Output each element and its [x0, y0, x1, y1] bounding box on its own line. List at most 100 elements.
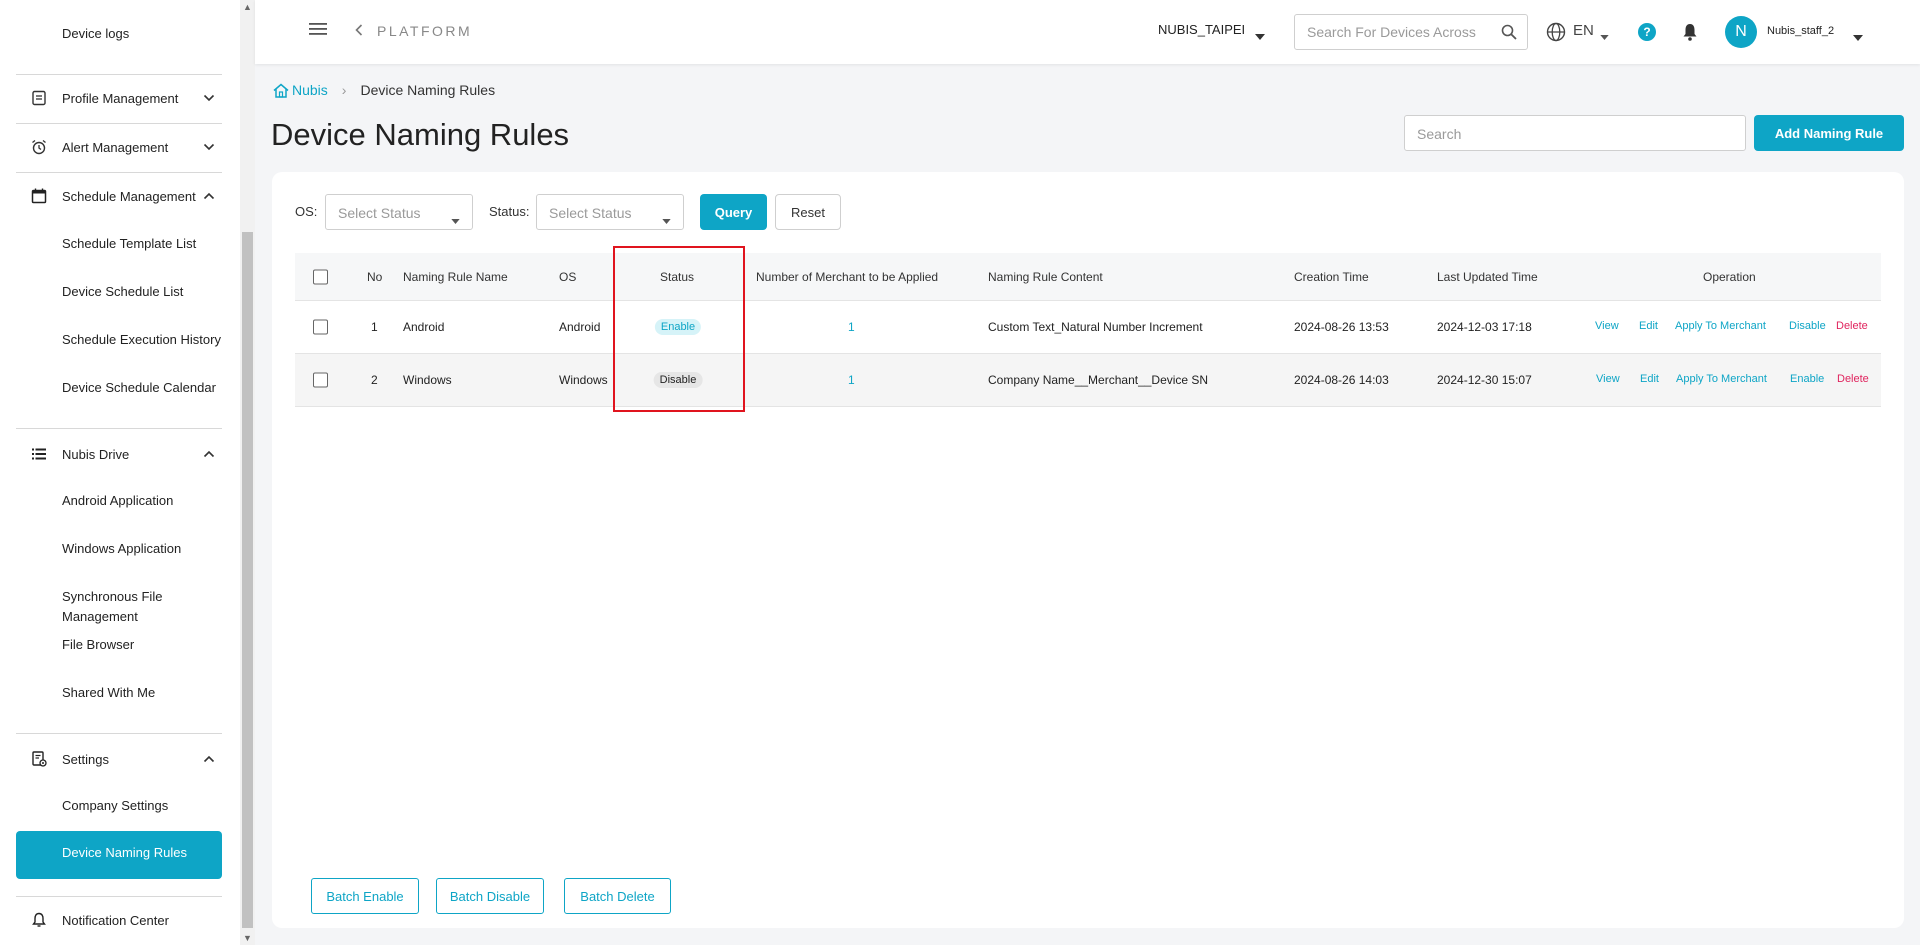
batch-enable-button[interactable]: Batch Enable: [311, 878, 419, 914]
chevron-up-icon: [202, 447, 216, 461]
status-filter-placeholder: Select Status: [549, 205, 632, 221]
caret-down-icon[interactable]: [1255, 27, 1265, 45]
sidebar-item-synchronous-file-management[interactable]: Synchronous File Management: [62, 587, 240, 624]
row-updated: 2024-12-03 17:18: [1437, 320, 1532, 334]
edit-link[interactable]: Edit: [1639, 320, 1658, 332]
breadcrumb-current: Device Naming Rules: [360, 82, 496, 98]
device-search-input[interactable]: [1307, 24, 1487, 40]
caret-down-icon[interactable]: [1853, 28, 1863, 46]
row-content: Company Name__Merchant__Device SN: [988, 373, 1209, 387]
search-icon[interactable]: [1501, 24, 1517, 45]
batch-delete-button[interactable]: Batch Delete: [564, 878, 671, 914]
sidebar-group-label: Notification Center: [62, 912, 169, 928]
hamburger-menu-icon[interactable]: [309, 22, 329, 40]
tenant-selector[interactable]: NUBIS_TAIPEI: [1158, 22, 1245, 37]
bell-outline-icon: [30, 911, 48, 929]
divider: [16, 896, 222, 897]
breadcrumb-home-label: Nubis: [292, 82, 328, 98]
sidebar-item-windows-application[interactable]: Windows Application: [62, 539, 181, 559]
sidebar-group-profile-management[interactable]: Profile Management: [30, 86, 220, 110]
os-filter-select[interactable]: Select Status: [325, 194, 473, 230]
table-row: 1 Android Android Enable 1 Custom Text_N…: [295, 301, 1881, 354]
platform-label[interactable]: PLATFORM: [377, 23, 472, 39]
row-checkbox[interactable]: [313, 319, 328, 335]
breadcrumb-separator: ›: [341, 82, 347, 98]
sidebar-group-nubis-drive[interactable]: Nubis Drive: [30, 442, 220, 466]
enable-link[interactable]: Enable: [1790, 373, 1824, 385]
sidebar-group-notification-center[interactable]: Notification Center: [30, 908, 220, 932]
caret-down-icon[interactable]: [1600, 27, 1609, 45]
sidebar-item-schedule-execution-history[interactable]: Schedule Execution History: [62, 330, 221, 350]
reset-button[interactable]: Reset: [775, 194, 841, 230]
merchant-count-link[interactable]: 1: [848, 373, 855, 387]
scroll-up-icon[interactable]: ▲: [243, 2, 252, 12]
os-filter-placeholder: Select Status: [338, 205, 421, 221]
alarm-icon: [30, 138, 48, 156]
bell-icon[interactable]: [1681, 22, 1699, 47]
apply-to-merchant-link[interactable]: Apply To Merchant: [1676, 373, 1767, 385]
help-icon[interactable]: ?: [1638, 23, 1656, 41]
chevron-down-icon: [202, 140, 216, 154]
sidebar-group-label: Alert Management: [62, 139, 169, 155]
header-created: Creation Time: [1294, 269, 1369, 284]
calendar-icon: [30, 187, 48, 205]
sidebar-item-device-schedule-calendar[interactable]: Device Schedule Calendar: [62, 378, 216, 398]
apply-to-merchant-link[interactable]: Apply To Merchant: [1675, 320, 1766, 332]
status-filter-select[interactable]: Select Status: [536, 194, 684, 230]
disable-link[interactable]: Disable: [1789, 320, 1826, 332]
os-filter-label: OS:: [295, 204, 318, 219]
row-no: 2: [371, 373, 378, 387]
sidebar-item-company-settings[interactable]: Company Settings: [62, 796, 168, 816]
sidebar-group-settings[interactable]: Settings: [30, 747, 220, 771]
header-os: OS: [559, 269, 577, 284]
page-search-input[interactable]: [1417, 126, 1727, 142]
divider: [16, 123, 222, 124]
divider: [16, 733, 222, 734]
header-merchants: Number of Merchant to be Applied: [756, 269, 939, 284]
header-no: No: [367, 269, 383, 284]
breadcrumb-home[interactable]: Nubis: [273, 82, 328, 98]
list-icon: [30, 445, 48, 463]
globe-icon[interactable]: [1546, 22, 1566, 47]
row-checkbox[interactable]: [313, 372, 328, 388]
row-name: Windows: [403, 373, 452, 387]
chevron-up-icon: [202, 752, 216, 766]
sidebar-item-device-schedule-list[interactable]: Device Schedule List: [62, 282, 183, 302]
scroll-down-icon[interactable]: ▼: [243, 933, 252, 943]
sidebar-item-device-naming-rules[interactable]: Device Naming Rules: [16, 831, 222, 879]
language-selector[interactable]: EN: [1573, 22, 1594, 39]
view-link[interactable]: View: [1596, 373, 1620, 385]
divider: [16, 74, 222, 75]
sidebar-item-schedule-template-list[interactable]: Schedule Template List: [62, 234, 196, 254]
row-os: Windows: [559, 373, 608, 387]
divider: [16, 172, 222, 173]
scrollbar-thumb[interactable]: [242, 232, 253, 928]
row-created: 2024-08-26 14:03: [1294, 373, 1389, 387]
sidebar-item-device-logs[interactable]: Device logs: [62, 24, 129, 44]
row-content: Custom Text_Natural Number Increment: [988, 320, 1203, 334]
row-updated: 2024-12-30 15:07: [1437, 373, 1532, 387]
username-label[interactable]: Nubis_staff_2: [1767, 25, 1834, 37]
sidebar-group-alert-management[interactable]: Alert Management: [30, 135, 220, 159]
sidebar-scrollbar[interactable]: ▲ ▼: [240, 0, 255, 945]
row-os: Android: [559, 320, 601, 334]
sidebar-item-label: Device Naming Rules: [62, 845, 187, 860]
sidebar: Device logs Profile Management Alert Man…: [0, 0, 240, 945]
sidebar-item-file-browser[interactable]: File Browser: [62, 635, 134, 655]
batch-disable-button[interactable]: Batch Disable: [436, 878, 544, 914]
select-all-checkbox[interactable]: [313, 269, 328, 284]
delete-link[interactable]: Delete: [1837, 373, 1869, 385]
avatar[interactable]: N: [1725, 16, 1757, 48]
chevron-left-icon[interactable]: [354, 23, 366, 39]
sidebar-group-schedule-management[interactable]: Schedule Management: [30, 184, 220, 208]
table-header: No Naming Rule Name OS Status Number of …: [295, 253, 1881, 301]
edit-link[interactable]: Edit: [1640, 373, 1659, 385]
query-button[interactable]: Query: [700, 194, 767, 230]
sidebar-item-android-application[interactable]: Android Application: [62, 491, 173, 511]
sidebar-item-shared-with-me[interactable]: Shared With Me: [62, 683, 155, 703]
merchant-count-link[interactable]: 1: [848, 320, 855, 334]
add-naming-rule-button[interactable]: Add Naming Rule: [1754, 115, 1904, 151]
status-column-highlight: [613, 246, 745, 412]
delete-link[interactable]: Delete: [1836, 320, 1868, 332]
view-link[interactable]: View: [1595, 320, 1619, 332]
